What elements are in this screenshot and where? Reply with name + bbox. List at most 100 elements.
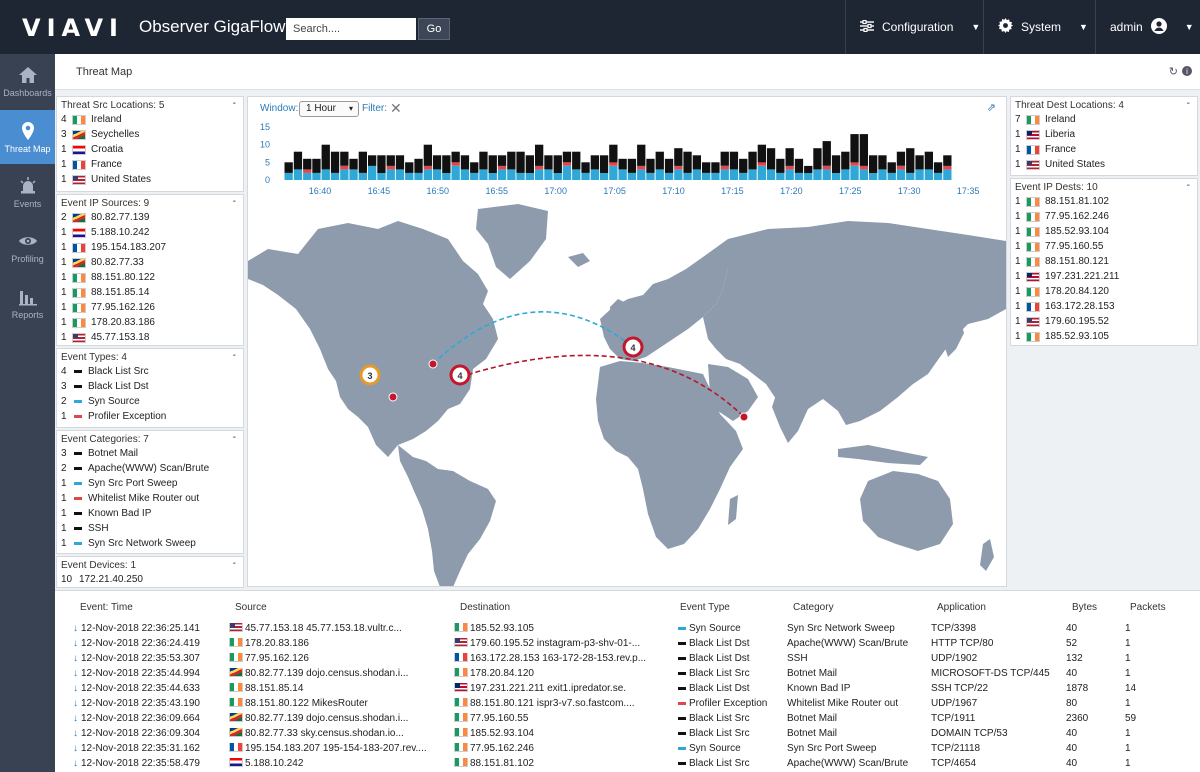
histogram-bar[interactable]	[646, 158, 655, 173]
histogram-bar[interactable]	[906, 172, 915, 180]
table-row[interactable]: ↓ 12-Nov-2018 22:36:25.141 45.77.153.18 45…	[55, 623, 1200, 638]
collapse-button[interactable]: -	[233, 350, 236, 361]
histogram-bar[interactable]	[405, 162, 414, 173]
histogram-bar[interactable]	[562, 162, 572, 166]
cluster-marker[interactable]: 4	[449, 364, 471, 386]
histogram-bar[interactable]	[924, 151, 933, 170]
histogram-bar[interactable]	[442, 172, 451, 180]
histogram-bar[interactable]	[470, 162, 479, 173]
histogram-bar[interactable]	[711, 162, 720, 173]
refresh-icon[interactable]: ↻	[1169, 65, 1178, 78]
histogram-bar[interactable]	[841, 169, 850, 180]
collapse-button[interactable]: -	[233, 98, 236, 109]
histogram-bar[interactable]	[451, 165, 460, 180]
histogram-bar[interactable]	[869, 172, 878, 180]
sidebar-item-dashboards[interactable]: Dashboards	[0, 54, 55, 108]
histogram-bar[interactable]	[340, 169, 349, 180]
histogram-bar[interactable]	[664, 158, 674, 173]
histogram-bar[interactable]	[794, 158, 804, 173]
histogram-bar[interactable]	[850, 134, 859, 163]
histogram-bar[interactable]	[702, 172, 711, 180]
dest-location-row[interactable]: 1 United States	[1011, 157, 1197, 172]
histogram-bar[interactable]	[599, 172, 609, 180]
histogram-bar[interactable]	[748, 151, 757, 170]
histogram-bar[interactable]	[377, 172, 386, 180]
src-location-row[interactable]: 1 France	[57, 157, 243, 172]
event-device-row[interactable]: 10 172.21.40.250	[57, 572, 243, 587]
collapse-button[interactable]: -	[1187, 180, 1190, 191]
histogram-bar[interactable]	[720, 151, 729, 166]
histogram-bar[interactable]	[655, 169, 664, 180]
histogram-bar[interactable]	[804, 172, 813, 180]
ip-dest-row[interactable]: 1 197.231.221.211	[1011, 269, 1197, 284]
histogram-bar[interactable]	[516, 172, 525, 180]
histogram-bar[interactable]	[497, 169, 507, 180]
histogram-bar[interactable]	[785, 169, 794, 180]
ip-dest-row[interactable]: 1 77.95.160.55	[1011, 239, 1197, 254]
histogram-bar[interactable]	[340, 151, 349, 166]
histogram-bar[interactable]	[637, 169, 646, 180]
threat-point[interactable]	[428, 359, 438, 369]
histogram-bar[interactable]	[887, 172, 896, 180]
histogram-bar[interactable]	[562, 165, 572, 180]
histogram-bar[interactable]	[470, 172, 479, 180]
histogram-bar[interactable]	[368, 155, 377, 166]
col-header-source[interactable]: Source	[235, 602, 267, 613]
ip-dest-row[interactable]: 1 185.52.93.105	[1011, 329, 1197, 344]
histogram-bar[interactable]	[609, 162, 618, 166]
histogram-bar[interactable]	[544, 169, 553, 180]
histogram-bar[interactable]	[340, 165, 349, 170]
table-row[interactable]: ↓ 12-Nov-2018 22:36:09.664 80.82.77.139 do…	[55, 713, 1200, 728]
histogram-bar[interactable]	[943, 155, 952, 166]
dest-location-row[interactable]: 7 Ireland	[1011, 112, 1197, 127]
histogram-bar[interactable]	[896, 169, 906, 180]
histogram-bar[interactable]	[349, 169, 358, 180]
info-icon[interactable]: i	[1182, 66, 1192, 76]
histogram-bar[interactable]	[432, 155, 442, 170]
histogram-bar[interactable]	[896, 151, 906, 166]
histogram-bar[interactable]	[859, 134, 868, 166]
table-row[interactable]: ↓ 12-Nov-2018 22:35:44.994 80.82.77.139 do…	[55, 668, 1200, 683]
collapse-button[interactable]: -	[233, 196, 236, 207]
histogram-bar[interactable]	[451, 162, 460, 166]
histogram-bar[interactable]	[405, 172, 414, 180]
histogram-bar[interactable]	[674, 165, 683, 170]
histogram-bar[interactable]	[674, 148, 683, 166]
histogram-bar[interactable]	[293, 151, 303, 170]
histogram-bar[interactable]	[841, 151, 850, 170]
histogram-bar[interactable]	[590, 155, 599, 170]
table-row[interactable]: ↓ 12-Nov-2018 22:35:44.633 88.151.85.14 197…	[55, 683, 1200, 698]
histogram-bar[interactable]	[887, 162, 896, 173]
histogram-bar[interactable]	[432, 169, 442, 180]
ip-source-row[interactable]: 1 195.154.183.207	[57, 240, 243, 255]
col-header-destination[interactable]: Destination	[460, 602, 510, 613]
histogram-bar[interactable]	[497, 155, 507, 166]
ip-source-row[interactable]: 1 80.82.77.33	[57, 255, 243, 270]
histogram-bar[interactable]	[562, 151, 572, 163]
user-menu[interactable]: admin ▼	[1095, 0, 1200, 54]
ip-source-row[interactable]: 1 45.77.153.18	[57, 330, 243, 345]
histogram-bar[interactable]	[915, 155, 924, 170]
world-map[interactable]: 3 4 4	[248, 199, 1006, 587]
col-header-packets[interactable]: Packets	[1130, 602, 1166, 613]
sidebar-item-profiling[interactable]: Profiling	[0, 220, 55, 274]
histogram-bar[interactable]	[878, 169, 887, 180]
go-button[interactable]: Go	[418, 18, 450, 40]
histogram-bar[interactable]	[303, 169, 312, 173]
histogram-bar[interactable]	[933, 162, 943, 173]
event-category-row[interactable]: 3 Botnet Mail	[57, 446, 243, 461]
histogram-bar[interactable]	[535, 144, 544, 166]
histogram-bar[interactable]	[321, 144, 330, 170]
histogram-bar[interactable]	[303, 172, 312, 180]
table-row[interactable]: ↓ 12-Nov-2018 22:36:24.419 178.20.83.186 17…	[55, 638, 1200, 653]
histogram-bar[interactable]	[414, 172, 423, 180]
histogram-bar[interactable]	[859, 169, 868, 180]
histogram-bar[interactable]	[683, 151, 692, 173]
histogram-bar[interactable]	[674, 169, 683, 180]
histogram-bar[interactable]	[664, 172, 674, 180]
src-location-row[interactable]: 3 Seychelles	[57, 127, 243, 142]
histogram-bar[interactable]	[859, 165, 868, 170]
histogram-bar[interactable]	[386, 169, 395, 180]
event-type-row[interactable]: 3 Black List Dst	[57, 379, 243, 394]
ip-dest-row[interactable]: 1 178.20.84.120	[1011, 284, 1197, 299]
